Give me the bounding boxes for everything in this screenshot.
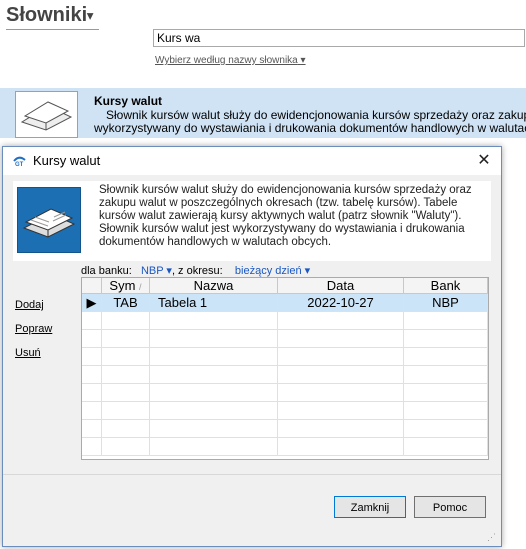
close-icon[interactable]: ✕ [471,149,497,173]
close-button[interactable]: Zamknij [334,496,406,518]
column-header-data[interactable]: Data [277,278,404,294]
empty-row [82,419,488,438]
help-button[interactable]: Pomoc [414,496,486,518]
dialog-titlebar[interactable]: GT Kursy walut ✕ [3,147,501,175]
action-links: Dodaj Popraw Usuń [15,293,52,365]
column-header-nazwa[interactable]: Nazwa [149,278,278,294]
book-icon [17,187,81,253]
column-header-sym[interactable]: Sym / [101,278,150,294]
page-title[interactable]: Słowniki▾ [6,4,99,30]
chevron-down-icon: ▾ [301,265,311,277]
edit-link[interactable]: Popraw [15,317,52,341]
choose-dictionary-link[interactable]: Wybierz według nazwy słownika ▾ [155,55,306,66]
dialog-description: Słownik kursów walut służy do ewidencjon… [99,184,472,248]
row-pointer-icon: ▶ [82,293,102,312]
cell-nazwa: Tabela 1 [149,293,278,312]
sort-icon: / [139,282,142,292]
resize-grip-icon[interactable]: ⋰ [487,532,496,543]
cell-data: 2022-10-27 [277,293,404,312]
bank-label: dla banku: [81,265,132,277]
empty-row [82,311,488,330]
period-label: , z okresu: [171,265,223,277]
cell-bank: NBP [403,293,488,312]
footer-divider [3,474,501,475]
filter-bar: dla banku: NBP ▾, z okresu: bieżący dzie… [81,264,310,277]
dialog-title: Kursy walut [33,153,101,168]
currency-rates-dialog: GT Kursy walut ✕ Słownik kursów walut sł… [2,146,502,547]
period-dropdown[interactable]: bieżący dzień ▾ [235,265,310,277]
dictionary-description: Słownik kursów walut służy do ewidencjon… [94,109,526,135]
app-logo-icon: GT [13,155,26,168]
chevron-down-icon: ▾ [87,8,94,23]
empty-row [82,365,488,384]
column-header-bank[interactable]: Bank [403,278,488,294]
dictionary-heading: Kursy walut [94,94,163,108]
book-thumbnail-icon [15,91,78,138]
empty-row [82,329,488,348]
chevron-down-icon: ▾ [163,265,172,277]
empty-row [82,401,488,420]
column-header-indicator [82,278,102,294]
empty-row [82,383,488,402]
empty-row [82,437,488,456]
empty-row [82,347,488,366]
dialog-info-panel: Słownik kursów walut służy do ewidencjon… [13,181,491,261]
table-row[interactable]: ▶ TAB Tabela 1 2022-10-27 NBP [82,293,488,312]
cell-sym: TAB [101,293,150,312]
bank-dropdown[interactable]: NBP ▾ [141,265,172,277]
delete-link[interactable]: Usuń [15,341,52,365]
search-input[interactable] [153,29,525,47]
add-link[interactable]: Dodaj [15,293,52,317]
svg-text:GT: GT [15,162,24,167]
rates-table: Sym / Nazwa Data Bank ▶ TAB Tabela 1 202… [81,277,489,460]
chevron-down-icon: ▾ [300,55,306,66]
